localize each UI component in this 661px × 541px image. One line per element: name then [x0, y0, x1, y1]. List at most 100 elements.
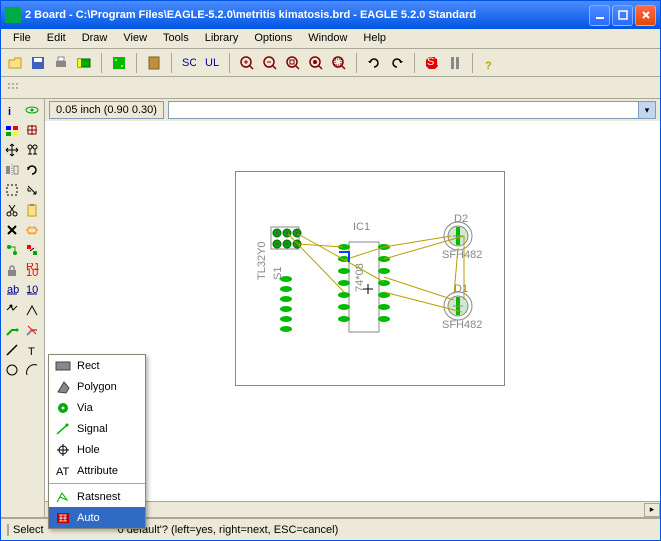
print-icon[interactable] — [51, 53, 71, 73]
via-icon — [53, 399, 73, 417]
delete-icon[interactable] — [3, 221, 21, 239]
add-icon[interactable] — [23, 221, 41, 239]
stop-icon[interactable]: STOP — [422, 53, 442, 73]
svg-text:D2: D2 — [454, 213, 468, 225]
ctx-label: Auto — [77, 512, 100, 524]
ctx-label: Rect — [77, 360, 100, 372]
zoom-in-icon[interactable] — [237, 53, 257, 73]
menu-edit[interactable]: Edit — [39, 29, 74, 48]
scr-icon[interactable]: SCR — [179, 53, 199, 73]
route-icon[interactable] — [3, 321, 21, 339]
smash-icon[interactable]: R110k — [23, 261, 41, 279]
go-icon[interactable] — [445, 53, 465, 73]
ctx-hole[interactable]: Hole — [49, 439, 145, 460]
cut-icon[interactable] — [3, 201, 21, 219]
ctx-label: Polygon — [77, 381, 117, 393]
text-icon[interactable]: T — [23, 341, 41, 359]
lock-icon[interactable] — [3, 261, 21, 279]
copy-icon[interactable] — [23, 141, 41, 159]
paste-icon[interactable] — [23, 201, 41, 219]
sheet-icon[interactable] — [144, 53, 164, 73]
ulp-icon[interactable]: ULP — [202, 53, 222, 73]
ctx-label: Attribute — [77, 465, 118, 477]
replace-icon[interactable] — [23, 241, 41, 259]
svg-text:SCR: SCR — [182, 57, 196, 69]
group-icon[interactable] — [3, 181, 21, 199]
miter-icon[interactable] — [23, 301, 41, 319]
info-icon[interactable]: i — [3, 101, 21, 119]
signal-icon — [53, 420, 73, 438]
mirror-icon[interactable] — [3, 161, 21, 179]
menu-view[interactable]: View — [115, 29, 155, 48]
zoom-out-icon[interactable] — [260, 53, 280, 73]
close-button[interactable] — [635, 5, 656, 26]
status-message: 0 default'? (left=yes, right=next, ESC=c… — [118, 524, 339, 536]
mark-icon[interactable] — [23, 121, 41, 139]
svg-text:IC1: IC1 — [353, 221, 370, 233]
move-icon[interactable] — [3, 141, 21, 159]
coord-display: 0.05 inch (0.90 0.30) — [49, 101, 164, 119]
auto-icon — [53, 509, 73, 527]
minimize-button[interactable] — [589, 5, 610, 26]
split-icon[interactable] — [3, 301, 21, 319]
ctx-via[interactable]: Via — [49, 397, 145, 418]
ratsnest-icon — [53, 488, 73, 506]
zoom-redraw-icon[interactable] — [306, 53, 326, 73]
cam-icon[interactable] — [74, 53, 94, 73]
ripup-icon[interactable] — [23, 321, 41, 339]
svg-text:STOP: STOP — [427, 56, 440, 68]
value-icon[interactable]: 10k — [23, 281, 41, 299]
left-toolbar: i R110k ab 10k T — [1, 99, 45, 517]
polygon-icon — [53, 378, 73, 396]
menu-library[interactable]: Library — [197, 29, 247, 48]
ctx-label: Hole — [77, 444, 100, 456]
menu-tools[interactable]: Tools — [155, 29, 197, 48]
pinswap-icon[interactable] — [3, 241, 21, 259]
menu-window[interactable]: Window — [300, 29, 355, 48]
undo-icon[interactable] — [364, 53, 384, 73]
main-toolbar: SCR ULP STOP ? — [1, 49, 660, 77]
name-icon[interactable]: ab — [3, 281, 21, 299]
coord-row: 0.05 inch (0.90 0.30) ▾ — [45, 99, 660, 121]
menu-help[interactable]: Help — [355, 29, 394, 48]
window-title: 2 Board - C:\Program Files\EAGLE-5.2.0\m… — [25, 9, 589, 21]
display-icon[interactable] — [3, 121, 21, 139]
command-combo[interactable]: ▾ — [168, 101, 656, 119]
ctx-auto[interactable]: Auto — [49, 507, 145, 528]
svg-text:?: ? — [485, 60, 492, 71]
ctx-signal[interactable]: Signal — [49, 418, 145, 439]
save-icon[interactable] — [28, 53, 48, 73]
change-icon[interactable] — [23, 181, 41, 199]
board-icon[interactable] — [109, 53, 129, 73]
ctx-ratsnest[interactable]: Ratsnest — [49, 486, 145, 507]
app-icon — [5, 7, 21, 23]
dropdown-button[interactable]: ▾ — [638, 102, 655, 118]
zoom-fit-icon[interactable] — [283, 53, 303, 73]
attribute-icon: AT — [53, 462, 73, 480]
menu-options[interactable]: Options — [246, 29, 300, 48]
svg-text:i: i — [8, 106, 11, 117]
maximize-button[interactable] — [612, 5, 633, 26]
ctx-attribute[interactable]: AT Attribute — [49, 460, 145, 481]
zoom-select-icon[interactable] — [329, 53, 349, 73]
arc-icon[interactable] — [23, 361, 41, 379]
menu-draw[interactable]: Draw — [74, 29, 116, 48]
help-icon[interactable]: ? — [480, 53, 500, 73]
circle-icon[interactable] — [3, 361, 21, 379]
wire-icon[interactable] — [3, 341, 21, 359]
open-icon[interactable] — [5, 53, 25, 73]
ctx-label: Signal — [77, 423, 108, 435]
grip-icon — [7, 82, 19, 94]
svg-text:T: T — [28, 346, 35, 357]
menu-file[interactable]: File — [5, 29, 39, 48]
redo-icon[interactable] — [387, 53, 407, 73]
board-outline[interactable]: TL32Y0 S1 — [235, 171, 505, 386]
show-icon[interactable] — [23, 101, 41, 119]
rotate-icon[interactable] — [23, 161, 41, 179]
svg-text:74*08: 74*08 — [354, 263, 366, 292]
menubar: File Edit Draw View Tools Library Option… — [1, 29, 660, 49]
ctx-rect[interactable]: Rect — [49, 355, 145, 376]
svg-text:SFH482: SFH482 — [442, 319, 482, 331]
ctx-polygon[interactable]: Polygon — [49, 376, 145, 397]
svg-text:TL32Y0: TL32Y0 — [256, 241, 268, 280]
